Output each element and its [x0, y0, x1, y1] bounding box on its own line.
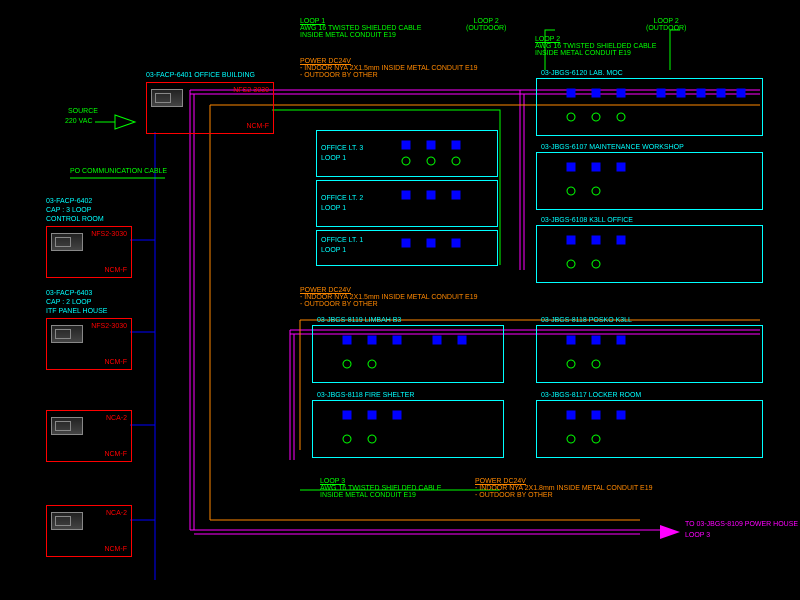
left-panel-2: NCA-2 NCM-F: [46, 410, 132, 462]
left-panel-1: NFS2-3030 NCM-F: [46, 318, 132, 370]
lp0-id: 03-FACP-6402: [46, 198, 92, 205]
loop2-outdoor-2: LOOP 2(OUTDOOR): [646, 18, 686, 32]
panel-icon: [51, 512, 83, 530]
output-to: TO 03-JBGS-8109 POWER HOUSE: [685, 521, 798, 528]
bldg-6108: 03-JBGS-6108 K3LL OFFICE: [536, 225, 763, 283]
left-panel-0: NFS2-3030 NCM-F: [46, 226, 132, 278]
devices: [317, 181, 497, 226]
lp1-id: 03-FACP-6403: [46, 290, 92, 297]
lp1-cap: CAP : 2 LOOP: [46, 299, 91, 306]
output-loop: LOOP 3: [685, 532, 710, 539]
po-cable-leader: [70, 175, 270, 195]
bldg-8118-fire: 03-JBGS-8118 FIRE SHELTER: [312, 400, 504, 458]
power-bot: POWER DC24V - INDOOR NYA 2X1.8mm INSIDE …: [475, 478, 653, 499]
power-top: POWER DC24V - INDOOR NYA 2X1.5mm INSIDE …: [300, 58, 478, 79]
bldg-6107: 03-JBGS-6107 MAINTENANCE WORKSHOP: [536, 152, 763, 210]
lp0-name: CONTROL ROOM: [46, 216, 104, 223]
devices: [313, 401, 503, 457]
loop2-outdoor-1: LOOP 2(OUTDOOR): [466, 18, 506, 32]
bldg-8117: 03-JBGS-8117 LOCKER ROOM: [536, 400, 763, 458]
office-lt2: OFFICE LT. 2 LOOP 1: [316, 180, 498, 227]
devices: [537, 79, 762, 135]
panel-icon: [51, 417, 83, 435]
source-voltage: 220 VAC: [65, 118, 93, 125]
devices: [537, 153, 762, 209]
panel-icon: [51, 233, 83, 251]
source-label: SOURCE: [68, 108, 98, 115]
office-lt3: OFFICE LT. 3 LOOP 1: [316, 130, 498, 177]
devices: [537, 401, 762, 457]
office-lt1: OFFICE LT. 1 LOOP 1: [316, 230, 498, 266]
bldg-6120: 03-JBGS-6120 LAB. MOC: [536, 78, 763, 136]
panel-icon: [151, 89, 183, 107]
devices: [317, 231, 497, 265]
main-panel: NFS2-3030 NCM-F: [146, 82, 274, 134]
left-panel-3: NCA-2 NCM-F: [46, 505, 132, 557]
loop3-callout: LOOP 3 AWG 16 TWISTED SHIELDED CABLE INS…: [320, 478, 441, 499]
panel-icon: [51, 325, 83, 343]
bldg-8118-posko: 03-JBGS-8118 POSKO K3LL: [536, 325, 763, 383]
loop1-callout: LOOP 1 AWG 16 TWISTED SHIELDED CABLE INS…: [300, 18, 421, 39]
devices: [537, 326, 762, 382]
devices: [313, 326, 503, 382]
devices: [537, 226, 762, 282]
lp0-cap: CAP : 3 LOOP: [46, 207, 91, 214]
devices: [317, 131, 497, 176]
po-cable: PO COMMUNICATION CABLE: [70, 168, 167, 175]
main-panel-id: 03-FACP-6401 OFFICE BUILDING: [146, 72, 255, 79]
main-net: NCM-F: [246, 123, 269, 130]
lp1-name: ITF PANEL HOUSE: [46, 308, 107, 315]
loop2-callout: LOOP 2 AWG 16 TWISTED SHIELDED CABLE INS…: [535, 36, 656, 57]
main-model: NFS2-3030: [233, 87, 269, 94]
bldg-8119: 03-JBGS-8119 LIMBAH B3: [312, 325, 504, 383]
power-mid: POWER DC24V - INDOOR NYA 2X1.5mm INSIDE …: [300, 287, 478, 308]
